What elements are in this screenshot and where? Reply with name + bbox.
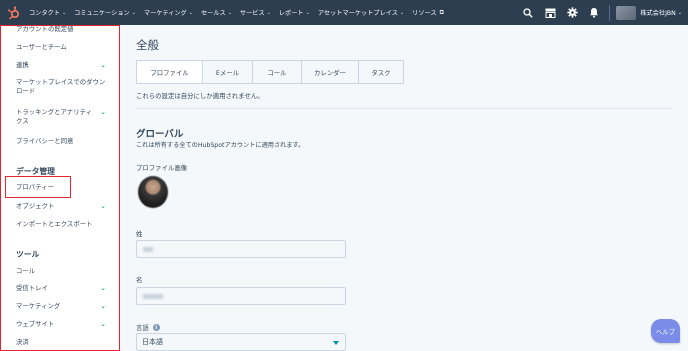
settings-sidebar: アカウントの既定値 ユーザーとチーム 連携 ⌄ マーケットプレイスでのダウンロード…	[0, 25, 120, 351]
tab-tasks[interactable]: タスク	[359, 61, 403, 83]
chevron-down-icon: ⌄	[100, 320, 106, 328]
chevron-down-icon: ⌄	[100, 284, 106, 292]
sidebar-item-website[interactable]: ウェブサイト ⌄	[16, 320, 106, 329]
sidebar-item-marketplace-downloads[interactable]: マーケットプレイスでのダウンロード	[16, 78, 106, 96]
first-name-label: 名	[136, 276, 143, 284]
profile-image[interactable]	[138, 176, 168, 208]
chevron-down-icon: ⌄	[227, 9, 232, 16]
top-navigation: コンタクト ⌄ コミュニケーション ⌄ マーケティング ⌄ セールス ⌄ サービス ⌄ レ…	[0, 0, 688, 25]
sidebar-item-calling[interactable]: コール	[16, 267, 106, 276]
user-avatar[interactable]	[616, 5, 637, 20]
chevron-down-icon: ⌄	[399, 9, 405, 16]
chevron-down-icon[interactable]: ⌄	[678, 10, 682, 16]
tab-profile[interactable]: プロファイル	[137, 61, 203, 83]
caret-down-icon	[333, 341, 339, 345]
external-link-icon: ⧉	[439, 8, 444, 16]
sidebar-item-users-teams[interactable]: ユーザーとチーム	[16, 43, 106, 52]
gear-icon[interactable]	[565, 6, 579, 20]
chevron-down-icon: ⌄	[188, 9, 193, 16]
chevron-down-icon: ⌄	[100, 202, 106, 210]
chevron-down-icon: ⌄	[131, 9, 136, 16]
sidebar-item-import-export[interactable]: インポートとエクスポート	[16, 220, 106, 229]
chevron-down-icon: ⌄	[100, 302, 106, 310]
sidebar-heading-tools: ツール	[16, 250, 40, 259]
settings-scope-note: これらの設定は自分にしか適用されません。	[136, 92, 264, 100]
chevron-down-icon: ⌄	[305, 9, 310, 16]
profile-image-label: プロファイル画像	[136, 164, 188, 172]
section-title-global: グローバル	[136, 129, 184, 140]
sidebar-item-privacy-consent[interactable]: プライバシーと同意	[16, 137, 106, 146]
nav-divider	[609, 4, 611, 21]
account-menu[interactable]: 株式会社JBN	[640, 8, 675, 17]
chevron-down-icon: ⌄	[100, 61, 106, 69]
settings-tabs: プロファイル Eメール コール カレンダー タスク	[136, 60, 404, 84]
section-description: これは所有する全てのHubSpotアカウントに適用されます。	[136, 142, 305, 149]
help-button[interactable]: ヘルプ	[651, 319, 680, 343]
chevron-down-icon: ⌄	[61, 9, 67, 16]
nav-marketing[interactable]: マーケティング ⌄	[144, 8, 193, 18]
blurred-value	[143, 247, 153, 252]
bell-icon[interactable]	[587, 6, 601, 20]
marketplace-icon[interactable]	[543, 6, 557, 20]
divider	[136, 108, 672, 109]
last-name-input[interactable]	[136, 240, 346, 258]
chevron-down-icon: ⌄	[100, 108, 106, 116]
language-label: 言語 i	[136, 323, 160, 332]
sidebar-item-integrations[interactable]: 連携 ⌄	[16, 61, 106, 70]
hubspot-logo-icon[interactable]	[3, 0, 25, 25]
sidebar-item-inbox[interactable]: 受信トレイ ⌄	[16, 284, 106, 293]
nav-asset-marketplace[interactable]: アセットマーケットプレイス ⌄	[318, 8, 405, 18]
tab-calendar[interactable]: カレンダー	[302, 61, 359, 83]
nav-conversations[interactable]: コミュニケーション ⌄	[74, 8, 136, 18]
sidebar-item-marketing[interactable]: マーケティング ⌄	[16, 302, 106, 311]
sidebar-item-objects[interactable]: オブジェクト ⌄	[16, 202, 106, 211]
language-select[interactable]: 日本語	[136, 333, 346, 351]
nav-resources[interactable]: リソース ⧉	[412, 8, 444, 18]
sidebar-item-payments[interactable]: 決済	[16, 338, 106, 347]
tab-calling[interactable]: コール	[253, 61, 302, 83]
sidebar-item-tracking-analytics[interactable]: トラッキングとアナリティクス ⌄	[16, 108, 106, 126]
page-title: 全般	[136, 38, 159, 52]
last-name-label: 姓	[136, 230, 143, 238]
main-content: 全般 プロファイル Eメール コール カレンダー タスク これらの設定は自分にし…	[122, 25, 688, 351]
nav-service[interactable]: サービス ⌄	[240, 8, 271, 18]
first-name-input[interactable]	[136, 287, 346, 305]
tab-email[interactable]: Eメール	[203, 61, 253, 83]
nav-contacts[interactable]: コンタクト ⌄	[29, 8, 67, 18]
search-icon[interactable]	[521, 6, 535, 20]
info-icon[interactable]: i	[152, 324, 160, 331]
nav-reports[interactable]: レポート ⌄	[279, 8, 310, 18]
nav-sales[interactable]: セールス ⌄	[201, 8, 232, 18]
sidebar-item-properties[interactable]: プロパティー	[16, 183, 106, 192]
sidebar-item-account-defaults[interactable]: アカウントの既定値	[16, 26, 106, 34]
blurred-value	[143, 294, 163, 299]
chevron-down-icon: ⌄	[266, 9, 271, 16]
